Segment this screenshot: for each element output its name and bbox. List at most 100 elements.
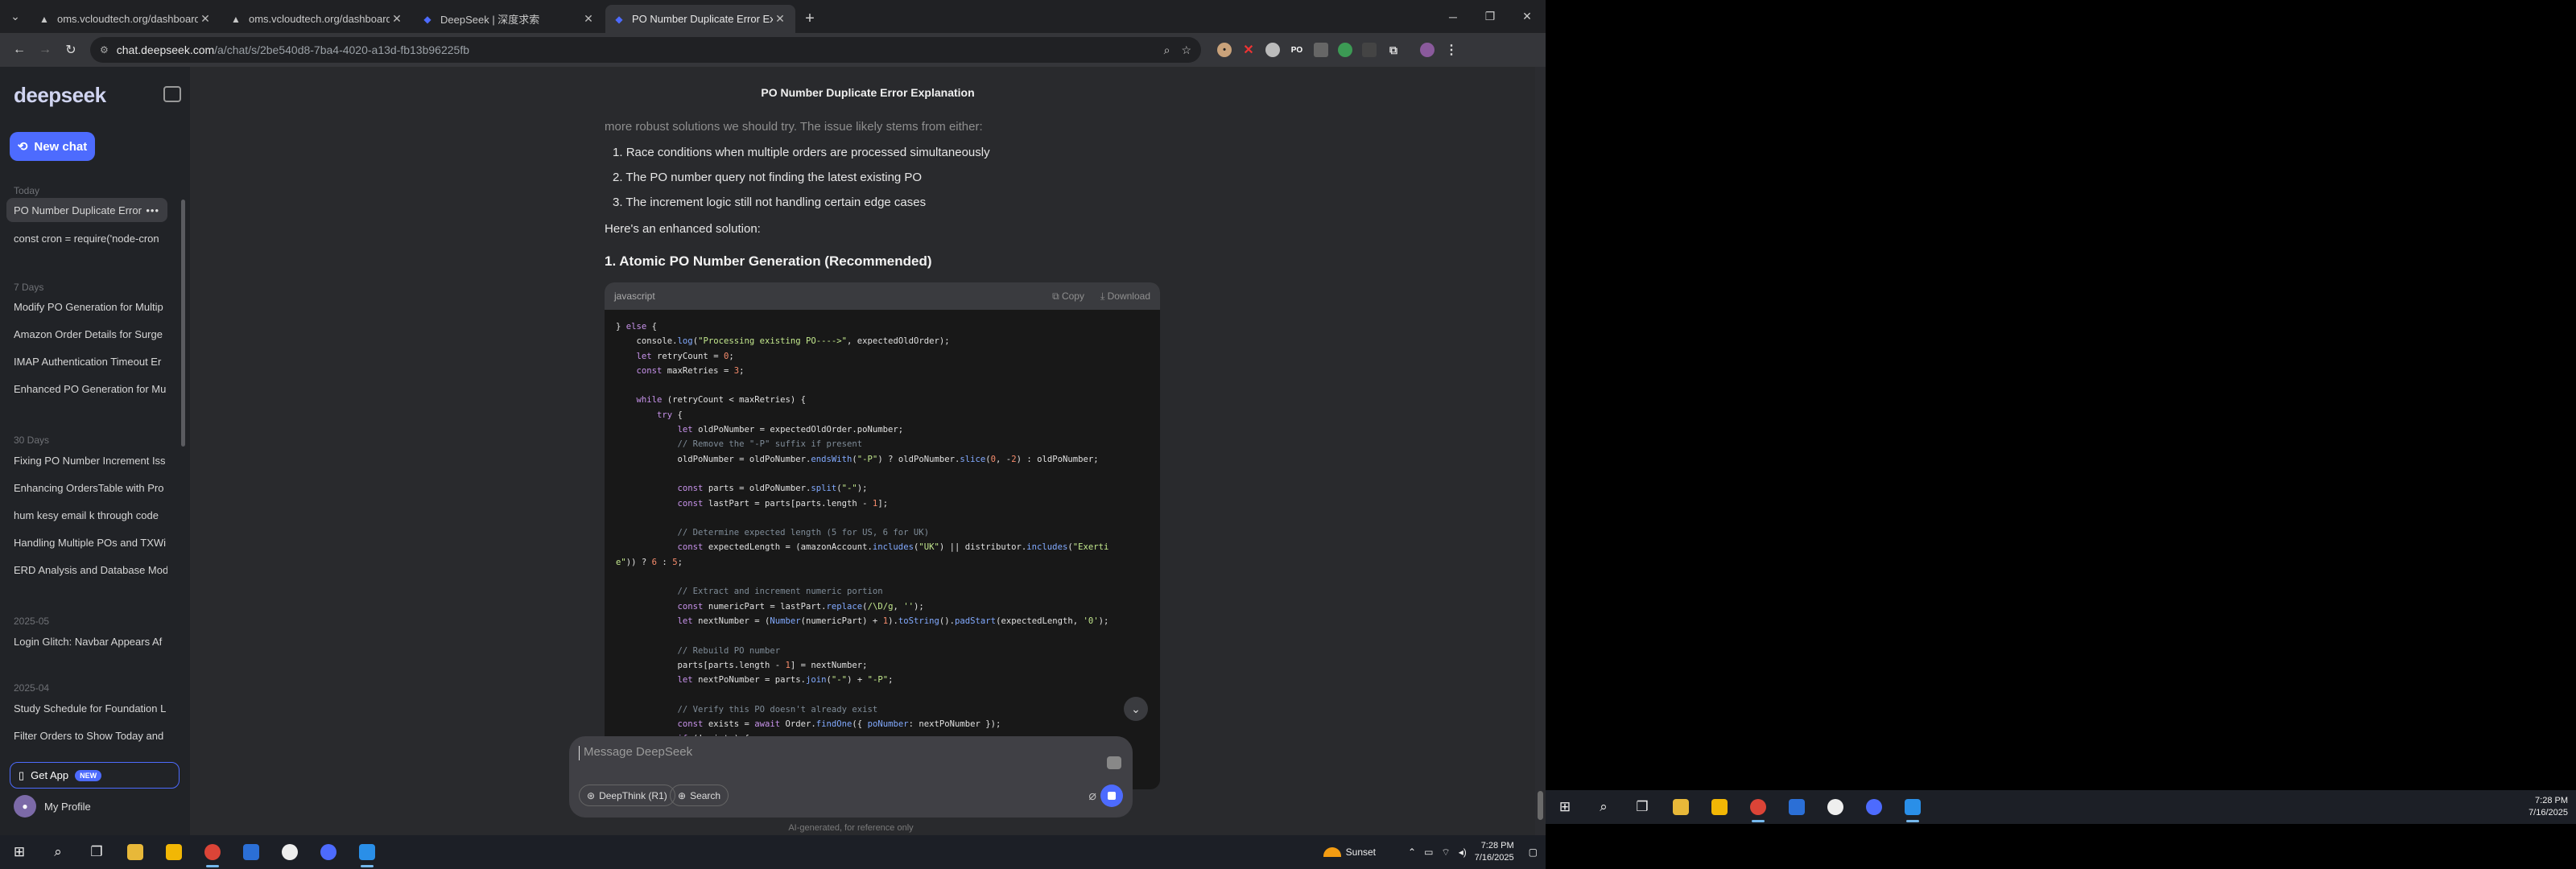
extension-icon[interactable] <box>1265 43 1280 57</box>
extension-image-icon[interactable] <box>1314 43 1328 57</box>
extension-po-icon[interactable]: PO <box>1290 43 1304 57</box>
my-profile-button[interactable]: ● My Profile <box>14 795 91 818</box>
search-icon[interactable]: ⌕ <box>1584 790 1623 824</box>
site-info-icon[interactable]: ⚙ <box>100 44 109 56</box>
weather-widget[interactable]: Sunset <box>1323 846 1376 858</box>
tab-po-error[interactable]: ◆ PO Number Duplicate Error Exp ✕ <box>605 5 795 33</box>
search-icon[interactable]: ⌕ <box>39 835 77 869</box>
search-label: Search <box>690 789 721 801</box>
bookmark-star-icon[interactable]: ☆ <box>1181 43 1191 57</box>
extension-icon[interactable]: • <box>1217 43 1232 57</box>
extension-shield-icon[interactable] <box>1338 43 1352 57</box>
outlook-icon[interactable] <box>232 835 270 869</box>
new-tab-button[interactable]: + <box>797 5 823 33</box>
menu-kebab-icon[interactable]: ⋮ <box>1444 43 1459 57</box>
extension-icon[interactable] <box>1362 43 1377 57</box>
chevron-up-icon[interactable]: ⌃ <box>1408 846 1416 858</box>
close-window-icon[interactable]: ✕ <box>1509 0 1546 33</box>
wifi-icon[interactable]: ⌔ <box>1441 846 1450 859</box>
chat-item[interactable]: const cron = require('node-cron <box>6 226 167 250</box>
close-icon[interactable]: ✕ <box>773 12 787 26</box>
chat-item[interactable]: Enhancing OrdersTable with Pro <box>6 476 167 500</box>
app-icon[interactable] <box>270 835 309 869</box>
clock[interactable]: 7:28 PM 7/16/2025 <box>2529 795 2568 819</box>
volume-icon[interactable]: ◂) <box>1459 846 1467 858</box>
chat-item-active[interactable]: PO Number Duplicate Error ••• <box>6 198 167 222</box>
chrome-icon[interactable] <box>1739 790 1777 824</box>
close-icon[interactable]: ✕ <box>198 12 213 26</box>
warning-icon: ▲ <box>39 13 49 25</box>
chat-item[interactable]: Amazon Order Details for Surge <box>6 322 167 346</box>
restore-icon[interactable]: ❐ <box>1472 0 1509 33</box>
deepseek-app-icon[interactable] <box>309 835 348 869</box>
chat-item[interactable]: hum kesy email k through code <box>6 503 167 527</box>
deepthink-button[interactable]: ⊛ DeepThink (R1) <box>579 785 675 806</box>
download-button[interactable]: ⤓ Download <box>1100 290 1150 303</box>
app-icon[interactable] <box>1816 790 1855 824</box>
chat-item[interactable]: Enhanced PO Generation for Mu <box>6 377 167 401</box>
chrome-icon[interactable] <box>193 835 232 869</box>
vscode-icon[interactable] <box>348 835 386 869</box>
reload-icon[interactable]: ↻ <box>58 37 84 63</box>
new-chat-button[interactable]: ⟲ New chat <box>10 132 95 161</box>
zoom-icon[interactable]: ⌕ <box>1164 43 1170 57</box>
chat-title: PO Number Duplicate Error Explanation <box>761 86 975 99</box>
store-icon[interactable] <box>1700 790 1739 824</box>
chat-item[interactable]: Filter Orders to Show Today and <box>6 723 167 748</box>
vscode-icon[interactable] <box>1893 790 1932 824</box>
sidebar: deepseek ⟲ New chat Today PO Number Dupl… <box>0 67 190 835</box>
chat-item[interactable]: ERD Analysis and Database Mod <box>6 558 167 582</box>
windows-start-icon[interactable]: ⊞ <box>1546 790 1584 824</box>
extensions-area: • ✕ PO ⧉ ⋮ <box>1217 43 1459 57</box>
tab-deepseek[interactable]: ◆ DeepSeek | 深度求索 ✕ <box>414 5 604 33</box>
collapse-sidebar-icon[interactable] <box>163 86 181 102</box>
address-bar[interactable]: ⚙ chat.deepseek.com /a/chat/s/2be540d8-7… <box>90 37 1201 63</box>
scroll-down-button[interactable]: ⌄ <box>1124 697 1148 721</box>
copy-icon: ⧉ <box>1052 290 1062 302</box>
task-view-icon[interactable]: ❐ <box>1623 790 1662 824</box>
store-icon[interactable] <box>155 835 193 869</box>
chat-item[interactable]: Fixing PO Number Increment Iss <box>6 448 167 472</box>
file-explorer-icon[interactable] <box>116 835 155 869</box>
page-scroll-thumb[interactable] <box>1538 791 1543 820</box>
message-text: more robust solutions we should try. The… <box>605 120 983 134</box>
back-icon[interactable]: ← <box>6 37 32 63</box>
profile-avatar-icon[interactable] <box>1420 43 1435 57</box>
close-icon[interactable]: ✕ <box>581 12 596 26</box>
tab-oms-1[interactable]: ▲ oms.vcloudtech.org/dashboard ✕ <box>31 5 221 33</box>
tab-search-chevron-icon[interactable]: ⌄ <box>0 0 31 33</box>
clock[interactable]: 7:28 PM 7/16/2025 <box>1475 840 1514 864</box>
get-app-button[interactable]: ▯ Get App NEW <box>10 762 180 789</box>
close-icon[interactable]: ✕ <box>390 12 404 26</box>
extension-x-icon[interactable]: ✕ <box>1241 43 1256 57</box>
chat-item[interactable]: Modify PO Generation for Multip <box>6 294 167 319</box>
file-explorer-icon[interactable] <box>1662 790 1700 824</box>
deepthink-label: DeepThink (R1) <box>599 789 667 801</box>
chat-item[interactable]: IMAP Authentication Timeout Er <box>6 349 167 373</box>
tab-oms-2[interactable]: ▲ oms.vcloudtech.org/dashboard ✕ <box>222 5 412 33</box>
network-icon[interactable]: ▭ <box>1424 846 1433 858</box>
copy-button[interactable]: ⧉ Copy <box>1052 290 1084 303</box>
attach-paperclip-icon[interactable]: ⌀ <box>1088 788 1096 804</box>
message-input-box[interactable]: Message DeepSeek ⊛ DeepThink (R1) ⊕ Sear… <box>569 736 1133 818</box>
tab-title: DeepSeek | 深度求索 <box>440 14 540 26</box>
message-input-placeholder[interactable]: Message DeepSeek <box>584 745 692 759</box>
windows-start-icon[interactable]: ⊞ <box>0 835 39 869</box>
minimize-icon[interactable]: ─ <box>1435 0 1472 33</box>
chat-item[interactable]: Study Schedule for Foundation L <box>6 696 167 720</box>
search-button[interactable]: ⊕ Search <box>670 785 729 806</box>
extensions-puzzle-icon[interactable]: ⧉ <box>1386 43 1401 57</box>
sidebar-scrollbar[interactable] <box>181 200 185 447</box>
forward-icon[interactable]: → <box>32 37 58 63</box>
notifications-icon[interactable]: ▢ <box>1529 846 1538 858</box>
image-upload-icon[interactable] <box>1107 756 1121 769</box>
outlook-icon[interactable] <box>1777 790 1816 824</box>
deepseek-app-icon[interactable] <box>1855 790 1893 824</box>
chat-item[interactable]: Login Glitch: Navbar Appears Af <box>6 629 167 653</box>
stop-send-button[interactable] <box>1100 785 1123 807</box>
more-options-icon[interactable]: ••• <box>146 204 159 216</box>
task-view-icon[interactable]: ❐ <box>77 835 116 869</box>
profile-label: My Profile <box>44 800 91 813</box>
chat-item[interactable]: Handling Multiple POs and TXWi <box>6 530 167 554</box>
page-scrollbar[interactable] <box>1535 67 1546 835</box>
